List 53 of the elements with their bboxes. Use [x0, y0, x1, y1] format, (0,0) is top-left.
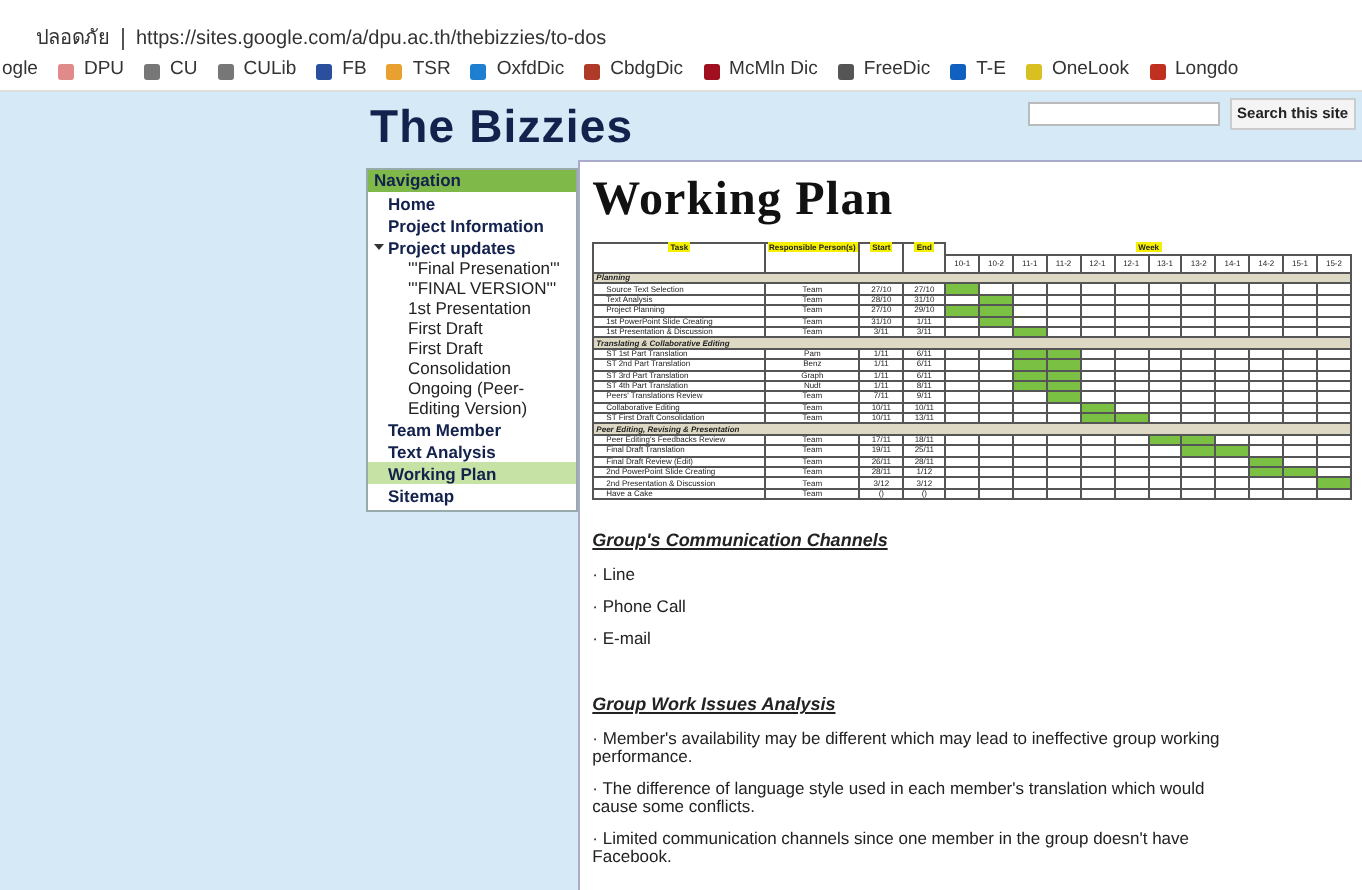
- page-title: Working Plan: [592, 174, 896, 226]
- nav-subitem[interactable]: First Draft: [368, 318, 577, 338]
- list-item: · E-mail: [592, 630, 653, 649]
- bookmark-icon: [55, 61, 76, 81]
- bookmark-icon: [142, 61, 163, 81]
- site-title[interactable]: The Bizzies: [370, 94, 634, 158]
- bookmark-link[interactable]: CbdgDic: [582, 56, 684, 86]
- bookmark-link[interactable]: T-E: [948, 56, 1006, 86]
- security-label: ปลอดภัย: [36, 25, 110, 53]
- bookmark-icon: [582, 61, 603, 81]
- nav-item[interactable]: Text Analysis: [368, 440, 577, 462]
- nav-item[interactable]: Project Information: [368, 214, 577, 236]
- bookmark-link[interactable]: FB: [314, 56, 367, 86]
- list-item: · Line: [592, 566, 637, 585]
- nav-subitem[interactable]: 1st Presentation: [368, 298, 577, 318]
- bookmark-link[interactable]: Longdo: [1147, 56, 1239, 86]
- list-item: · The difference of language style used in each member's translation which would cause some conflicts.: [592, 780, 1207, 817]
- bookmark-link[interactable]: DPU: [55, 56, 125, 86]
- bookmark-link[interactable]: CULib: [215, 56, 297, 86]
- bookmark-icon: [1147, 61, 1167, 81]
- expanded-arrow-icon[interactable]: [374, 242, 384, 252]
- nav-item[interactable]: Home: [368, 192, 577, 214]
- nav-item[interactable]: Project updates: [368, 236, 577, 258]
- section-heading: Group's Communication Channels: [592, 528, 890, 553]
- list-item: · Phone Call: [592, 598, 688, 617]
- bookmark-icon: [701, 61, 722, 81]
- bookmark-icon: [1023, 61, 1044, 81]
- section-heading: Group Work Issues Analysis: [592, 692, 838, 717]
- navigation-header: Navigation: [368, 170, 577, 192]
- bookmark-icon: [948, 61, 969, 81]
- list-item: · Limited communication channels since one member in the group doesn't have Facebook.: [592, 830, 1192, 867]
- bookmark-link[interactable]: CU: [142, 56, 198, 86]
- bookmark-link[interactable]: OneLook: [1023, 56, 1129, 86]
- bookmark-icon: [468, 61, 489, 81]
- bookmark-icon: [314, 61, 335, 81]
- bookmark-link[interactable]: OxfdDic: [468, 56, 565, 86]
- search-field[interactable]: [1027, 102, 1220, 126]
- bookmark-icon: [384, 61, 405, 81]
- bookmark-icon: [215, 61, 236, 81]
- nav-item[interactable]: Team Member: [368, 418, 577, 440]
- nav-item[interactable]: Sitemap: [368, 484, 577, 506]
- nav-subitem[interactable]: '''FINAL VERSION''': [368, 278, 577, 298]
- bookmark-link[interactable]: FreeDic: [835, 56, 931, 86]
- list-item: · Member's availability may be different which may lead to ineffective group working performance.: [592, 730, 1222, 767]
- address-url[interactable]: https://sites.google.com/a/dpu.ac.th/thebizzies/to-dos: [136, 23, 607, 53]
- bookmark-icon: [835, 61, 856, 81]
- nav-subitem[interactable]: '''Final Presenation''': [368, 258, 577, 278]
- bookmark-link[interactable]: ogle: [2, 56, 38, 86]
- nav-subitem[interactable]: First Draft Consolidation: [368, 338, 577, 378]
- bookmark-link[interactable]: McMln Dic: [701, 56, 818, 86]
- nav-subitem[interactable]: Ongoing (Peer-Editing Version): [368, 378, 577, 418]
- nav-item[interactable]: Working Plan: [368, 462, 577, 484]
- bookmark-link[interactable]: TSR: [384, 56, 451, 86]
